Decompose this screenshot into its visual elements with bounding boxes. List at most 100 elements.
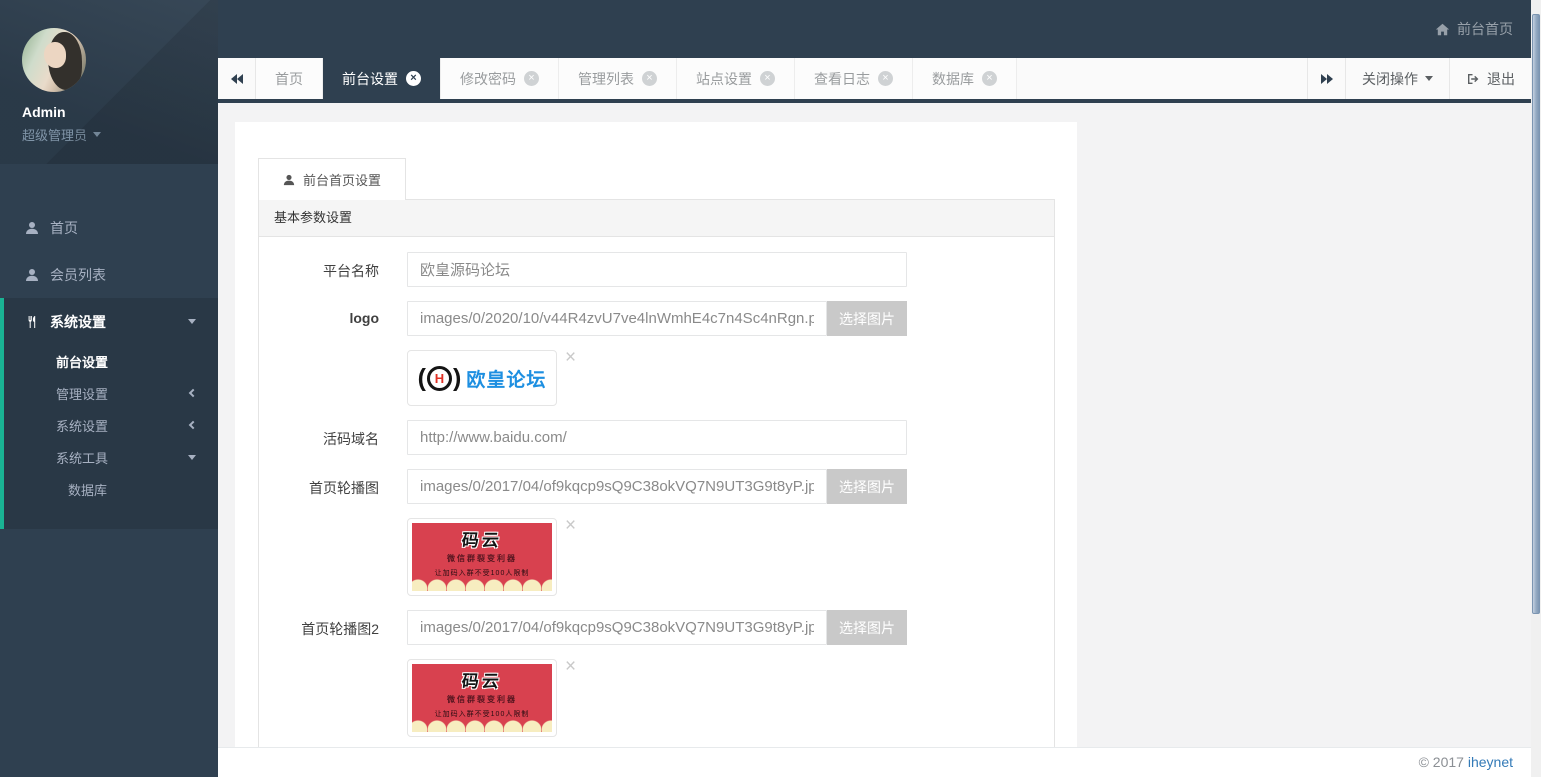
tab-home[interactable]: 首页	[256, 58, 323, 99]
close-tab-icon[interactable]: ×	[878, 71, 893, 86]
logo-site-name: 欧皇论坛	[466, 365, 546, 392]
field-label: 首页轮播图2	[259, 610, 379, 645]
pick-image-button[interactable]: 选择图片	[827, 301, 907, 336]
close-operations-label: 关闭操作	[1362, 69, 1418, 89]
remove-image-icon[interactable]: ×	[565, 659, 576, 675]
user-icon	[25, 268, 39, 282]
logout-label: 退出	[1487, 69, 1515, 89]
carousel-2-path-input[interactable]	[407, 610, 827, 645]
sign-out-icon	[1466, 72, 1480, 86]
settings-form: 平台名称 logo 选择图片	[259, 237, 1054, 747]
main-content: 前台首页设置 基本参数设置 平台名称 logo	[218, 103, 1531, 747]
carousel-banner-image: 码云 微信群裂变利器 让加码入群不受100人限制	[412, 523, 552, 591]
tab-label: 修改密码	[460, 69, 516, 89]
banner-clouds-decoration	[412, 720, 552, 732]
vertical-scrollbar[interactable]	[1531, 0, 1541, 777]
logo-image: ( H ) 欧皇论坛	[412, 355, 552, 401]
user-icon	[25, 221, 39, 235]
close-operations-dropdown[interactable]: 关闭操作	[1345, 58, 1449, 99]
tab-frontend-home-settings[interactable]: 前台首页设置	[258, 158, 406, 200]
tab-label: 管理列表	[578, 69, 634, 89]
cutlery-icon	[25, 315, 39, 329]
sidebar-subitem-label: 系统工具	[56, 448, 108, 467]
sidebar-subitem-label: 管理设置	[56, 384, 108, 403]
logo-path-input[interactable]	[407, 301, 827, 336]
settings-card: 前台首页设置 基本参数设置 平台名称 logo	[235, 122, 1077, 747]
tab-label: 首页	[275, 69, 303, 89]
sidebar-item-system-settings[interactable]: 系统设置	[4, 298, 218, 345]
profile-role-label: 超级管理员	[22, 125, 87, 144]
live-code-domain-input[interactable]	[407, 420, 907, 455]
caret-down-icon	[188, 319, 196, 324]
form-group-live-code-domain: 活码域名	[259, 420, 1054, 455]
settings-panel: 基本参数设置 平台名称 logo	[258, 199, 1055, 747]
tab-spacer	[1017, 58, 1307, 99]
scroll-tabs-right-button[interactable]	[1307, 58, 1345, 99]
sidebar-group-system-settings: 系统设置 前台设置 管理设置 系统设置 系统工具	[0, 298, 218, 529]
footer-brand-link[interactable]: iheynet	[1468, 754, 1513, 770]
banner-caption: 让加码入群不受100人限制	[412, 568, 552, 578]
footer-copyright: © 2017	[1419, 754, 1464, 770]
banner-title: 码云	[412, 667, 552, 692]
carousel-1-preview-row: 码云 微信群裂变利器 让加码入群不受100人限制 ×	[407, 518, 1054, 596]
close-tab-icon[interactable]: ×	[524, 71, 539, 86]
pick-image-button[interactable]: 选择图片	[827, 610, 907, 645]
form-group-carousel-2: 首页轮播图2 选择图片	[259, 610, 1054, 645]
sidebar: Admin 超级管理员 首页 会员列表 系统设置	[0, 0, 218, 777]
tab-frontend-settings[interactable]: 前台设置 ×	[323, 58, 441, 99]
sidebar-item-home[interactable]: 首页	[0, 204, 218, 251]
carousel-banner-image: 码云 微信群裂变利器 让加码入群不受100人限制	[412, 664, 552, 732]
carousel-1-path-input[interactable]	[407, 469, 827, 504]
sidebar-subitem-system-settings[interactable]: 系统设置	[4, 409, 218, 441]
platform-name-input[interactable]	[407, 252, 907, 287]
scroll-tabs-left-button[interactable]	[218, 58, 256, 99]
tab-site-settings[interactable]: 站点设置 ×	[677, 58, 795, 99]
tab-bar: 首页 前台设置 × 修改密码 × 管理列表 × 站点设置 × 查看日志 × 数据…	[218, 58, 1531, 103]
form-group-logo: logo 选择图片	[259, 301, 1054, 336]
tab-view-logs[interactable]: 查看日志 ×	[795, 58, 913, 99]
sidebar-subitem-system-tools[interactable]: 系统工具	[4, 441, 218, 473]
carousel-2-preview-row: 码云 微信群裂变利器 让加码入群不受100人限制 ×	[407, 659, 1054, 737]
tab-label: 查看日志	[814, 69, 870, 89]
sidebar-nav: 首页 会员列表 系统设置 前台设置 管理设置	[0, 204, 218, 529]
banner-subtitle: 微信群裂变利器	[412, 553, 552, 564]
sidebar-item-members[interactable]: 会员列表	[0, 251, 218, 298]
breadcrumb-label: 前台首页	[1457, 19, 1513, 39]
logout-button[interactable]: 退出	[1449, 58, 1531, 99]
sidebar-subitem-label: 数据库	[68, 480, 107, 499]
scrollbar-thumb[interactable]	[1532, 14, 1540, 614]
sidebar-item-label: 首页	[50, 218, 78, 238]
remove-image-icon[interactable]: ×	[565, 518, 576, 534]
form-group-platform-name: 平台名称	[259, 252, 1054, 287]
field-label: 活码域名	[259, 420, 379, 455]
pick-image-button[interactable]: 选择图片	[827, 469, 907, 504]
profile-role-dropdown[interactable]: 超级管理员	[22, 125, 218, 144]
remove-image-icon[interactable]: ×	[565, 350, 576, 366]
carousel-2-preview: 码云 微信群裂变利器 让加码入群不受100人限制	[407, 659, 557, 737]
close-tab-icon[interactable]: ×	[982, 71, 997, 86]
section-title: 基本参数设置	[259, 200, 1054, 237]
breadcrumb[interactable]: 前台首页	[1435, 19, 1513, 39]
profile-name: Admin	[22, 104, 218, 120]
chevron-left-icon	[189, 421, 197, 429]
panel-tab-label: 前台首页设置	[303, 170, 381, 189]
tab-admin-list[interactable]: 管理列表 ×	[559, 58, 677, 99]
close-tab-icon[interactable]: ×	[406, 71, 421, 86]
sidebar-subitem-label: 前台设置	[56, 352, 108, 371]
sidebar-subitem-frontend-settings[interactable]: 前台设置	[4, 345, 218, 377]
chevron-left-icon	[189, 389, 197, 397]
tab-database[interactable]: 数据库 ×	[913, 58, 1017, 99]
tab-label: 数据库	[932, 69, 974, 89]
sidebar-subitem-admin-settings[interactable]: 管理设置	[4, 377, 218, 409]
close-tab-icon[interactable]: ×	[760, 71, 775, 86]
avatar[interactable]	[22, 28, 86, 92]
profile-block: Admin 超级管理员	[0, 0, 218, 164]
sidebar-subitem-database[interactable]: 数据库	[4, 473, 218, 505]
caret-down-icon	[93, 132, 101, 137]
user-icon	[283, 174, 295, 186]
field-label: 首页轮播图	[259, 469, 379, 504]
tab-change-password[interactable]: 修改密码 ×	[441, 58, 559, 99]
close-tab-icon[interactable]: ×	[642, 71, 657, 86]
top-header: 前台首页	[218, 0, 1541, 58]
sidebar-item-label: 系统设置	[50, 312, 106, 332]
